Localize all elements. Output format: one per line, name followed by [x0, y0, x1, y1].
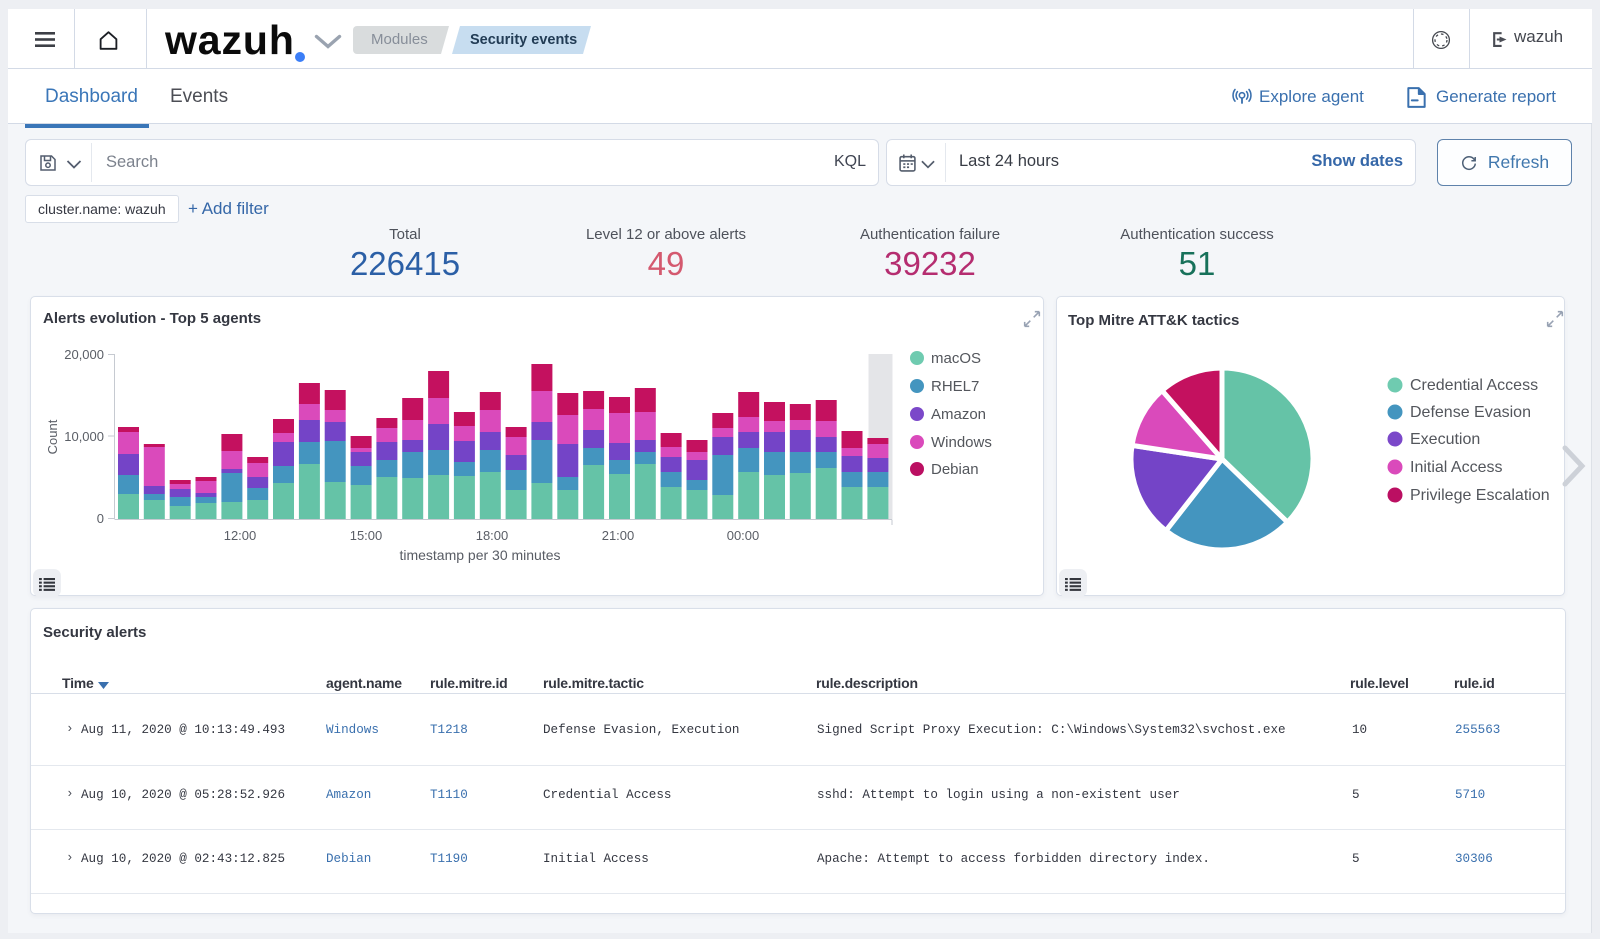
svg-text:Count: Count	[45, 419, 60, 454]
svg-text:Amazon: Amazon	[931, 406, 986, 423]
svg-text:Initial Access: Initial Access	[1410, 459, 1502, 476]
svg-text:15:00: 15:00	[350, 528, 383, 543]
svg-text:RHEL7: RHEL7	[931, 378, 979, 395]
svg-text:20,000: 20,000	[64, 347, 104, 362]
svg-text:Defense Evasion: Defense Evasion	[1410, 404, 1531, 421]
svg-text:10,000: 10,000	[64, 429, 104, 444]
svg-text:timestamp per 30 minutes: timestamp per 30 minutes	[399, 547, 560, 563]
svg-text:macOS: macOS	[931, 350, 981, 367]
svg-text:Privilege Escalation: Privilege Escalation	[1410, 487, 1550, 504]
svg-text:0: 0	[97, 511, 104, 526]
svg-text:Execution: Execution	[1410, 431, 1480, 448]
svg-text:Credential Access: Credential Access	[1410, 377, 1538, 394]
svg-text:18:00: 18:00	[476, 528, 509, 543]
svg-text:12:00: 12:00	[224, 528, 257, 543]
svg-text:Windows: Windows	[931, 434, 992, 451]
svg-text:00:00: 00:00	[727, 528, 760, 543]
svg-text:Debian: Debian	[931, 461, 979, 478]
svg-text:21:00: 21:00	[602, 528, 635, 543]
